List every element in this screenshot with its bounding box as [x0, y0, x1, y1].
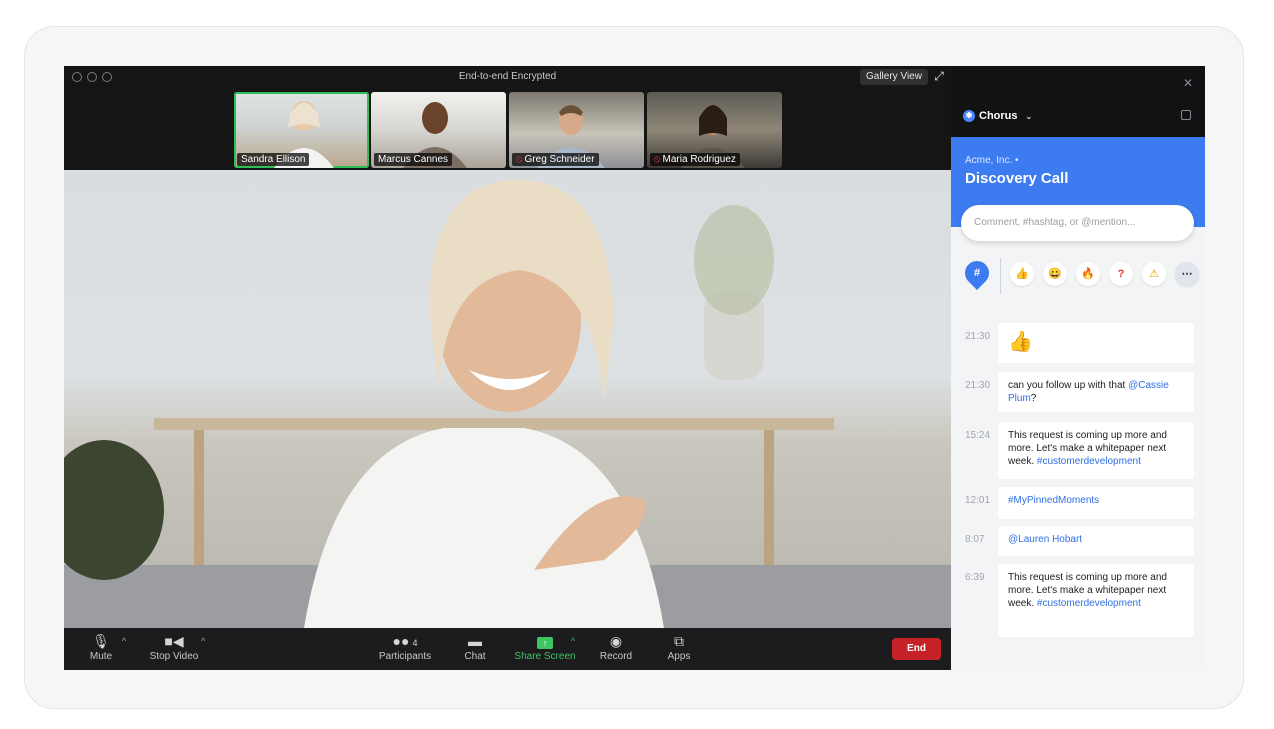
participant-name-text: Maria Rodriguez [662, 154, 736, 165]
speaker-video-frame [64, 180, 951, 628]
mute-label: Mute [89, 651, 113, 662]
feed-timestamp[interactable]: 8:07 [965, 534, 984, 545]
title-bar: End-to-end Encrypted Gallery View ⤢ [64, 66, 951, 88]
feed-comment: can you follow up with that @Cassie Plum… [998, 372, 1194, 412]
comment-tag-link[interactable]: #customerdevelopment [1037, 456, 1141, 467]
comment-tag-link[interactable]: @Lauren Hobart [1008, 534, 1082, 545]
account-name[interactable]: Acme, Inc. • [965, 155, 1019, 166]
reaction-bar: # 👍 😀 🔥 ? ⚠ ⋯ [960, 256, 1200, 294]
audio-options-caret-icon[interactable]: ^ [122, 636, 126, 646]
encryption-label: End-to-end Encrypted [458, 71, 557, 82]
comment-tag-link[interactable]: #customerdevelopment [1037, 598, 1141, 609]
fullscreen-icon[interactable]: ⤢ [932, 69, 946, 83]
meeting-window: End-to-end Encrypted Gallery View ⤢ Sand… [64, 66, 1205, 670]
participant-name: ⦸ Greg Schneider [512, 153, 599, 166]
hashtag-icon: # [973, 267, 981, 279]
main-speaker-video [64, 170, 951, 628]
mute-button[interactable]: 🎙 Mute [86, 631, 116, 662]
chorus-app-menu[interactable]: ✱ Chorus ⌄ [963, 110, 1032, 122]
feed-comment: @Lauren Hobart [998, 526, 1194, 556]
feed-comment: 👍 [998, 323, 1194, 363]
apps-label: Apps [667, 651, 691, 662]
pin-moment-button[interactable]: # [960, 256, 994, 290]
comment-text: ? [1030, 393, 1037, 404]
participant-name: Marcus Cannes [374, 153, 453, 166]
chevron-down-icon: ⌄ [1025, 111, 1033, 121]
video-camera-icon: ■◀ [164, 633, 184, 649]
participant-name-text: Sandra Ellison [241, 154, 306, 165]
call-title: Discovery Call [965, 170, 1069, 187]
apps-button[interactable]: ⧉ Apps [662, 631, 696, 662]
reaction-divider [1000, 258, 1001, 294]
chorus-logo-icon: ✱ [963, 110, 975, 122]
gallery-view-button[interactable]: Gallery View [860, 69, 928, 85]
microphone-icon: 🎙 [92, 633, 110, 649]
more-reactions-button[interactable]: ⋯ [1175, 262, 1199, 286]
chorus-panel: ✕ ✱ Chorus ⌄ Acme, Inc. • Discovery Call… [951, 66, 1205, 670]
record-label: Record [599, 651, 633, 662]
meeting-controls: 🎙 Mute ^ ■◀ Stop Video ^ ●● 4 Participant… [64, 628, 951, 670]
record-icon: ◉ [609, 633, 623, 649]
smile-reaction-button[interactable]: 😀 [1043, 262, 1067, 286]
end-meeting-button[interactable]: End [892, 638, 941, 660]
comment-tag-link[interactable]: #MyPinnedMoments [1008, 495, 1099, 506]
participant-tile-maria[interactable]: ⦸ Maria Rodriguez [647, 92, 782, 168]
stop-video-label: Stop Video [149, 651, 199, 662]
feed-comment: #MyPinnedMoments [998, 487, 1194, 519]
participants-label: Participants [378, 651, 432, 662]
participant-name-text: Marcus Cannes [378, 154, 449, 165]
comment-text: can you follow up with that [1008, 380, 1129, 391]
share-screen-icon: ↑ [512, 631, 578, 651]
participants-button[interactable]: ●● 4 Participants [376, 631, 434, 662]
share-options-caret-icon[interactable]: ^ [571, 636, 575, 646]
feed-timestamp[interactable]: 6:39 [965, 572, 984, 583]
apps-icon: ⧉ [674, 633, 684, 649]
close-panel-icon[interactable]: ✕ [1183, 76, 1193, 90]
participants-icon: ●● 4 [392, 633, 418, 649]
feed-timestamp[interactable]: 15:24 [965, 430, 990, 441]
warning-reaction-button[interactable]: ⚠ [1142, 262, 1166, 286]
participants-count: 4 [412, 638, 418, 648]
participant-tile-greg[interactable]: ⦸ Greg Schneider [509, 92, 644, 168]
feed-comment: This request is coming up more and more.… [998, 422, 1194, 479]
comment-text: 👍 [1008, 331, 1033, 353]
muted-microphone-icon: ⦸ [516, 154, 523, 165]
feed-timestamp[interactable]: 12:01 [965, 495, 990, 506]
share-screen-label: Share Screen [514, 651, 576, 662]
feed-timestamp[interactable]: 21:30 [965, 380, 990, 391]
stop-video-button[interactable]: ■◀ Stop Video [148, 631, 200, 662]
thumbs-up-reaction-button[interactable]: 👍 [1010, 262, 1034, 286]
popout-icon[interactable] [1181, 110, 1191, 120]
participant-strip: Sandra Ellison Marcus Cannes ⦸ Greg Schne… [64, 88, 951, 170]
chorus-brand-name: Chorus [979, 110, 1018, 122]
feed-timestamp[interactable]: 21:30 [965, 331, 990, 342]
participant-name: Sandra Ellison [237, 153, 310, 166]
chat-bubble-icon: ▬ [468, 633, 482, 649]
comment-input[interactable]: Comment, #hashtag, or @mention... [961, 205, 1194, 241]
participant-tile-marcus[interactable]: Marcus Cannes [371, 92, 506, 168]
chorus-panel-header: ✕ ✱ Chorus ⌄ [951, 66, 1205, 137]
fire-reaction-button[interactable]: 🔥 [1076, 262, 1100, 286]
video-options-caret-icon[interactable]: ^ [201, 636, 205, 646]
participant-tile-sandra[interactable]: Sandra Ellison [234, 92, 369, 168]
record-button[interactable]: ◉ Record [596, 631, 636, 662]
chat-label: Chat [464, 651, 486, 662]
share-screen-button[interactable]: ↑ Share Screen [512, 631, 578, 662]
participant-name: ⦸ Maria Rodriguez [650, 153, 740, 166]
question-reaction-button[interactable]: ? [1109, 262, 1133, 286]
participant-name-text: Greg Schneider [524, 154, 595, 165]
feed-comment: This request is coming up more and more.… [998, 564, 1194, 637]
muted-microphone-icon: ⦸ [654, 154, 661, 165]
chat-button[interactable]: ▬ Chat [460, 631, 490, 662]
